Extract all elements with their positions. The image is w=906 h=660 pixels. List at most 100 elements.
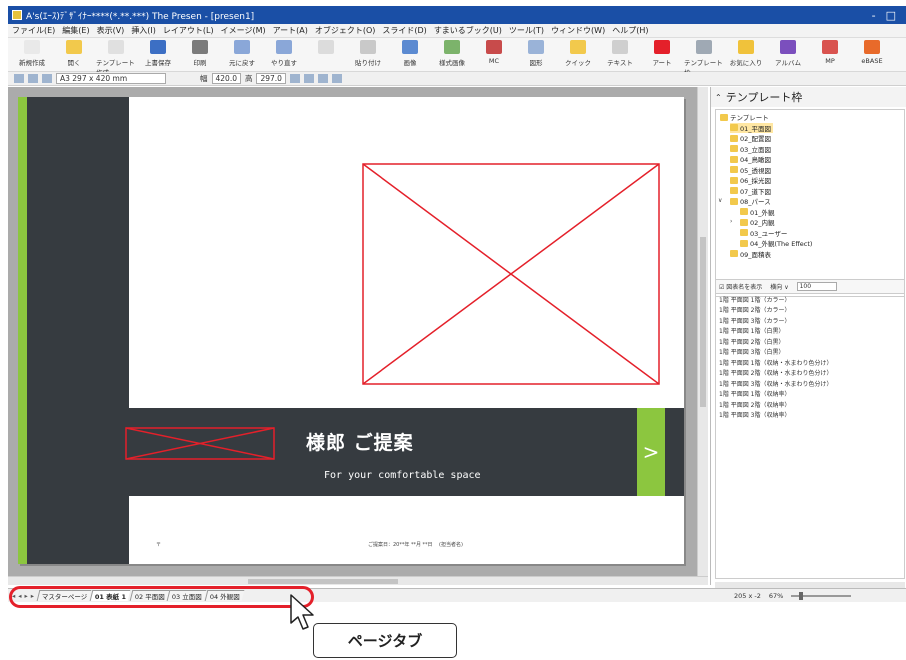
horizontal-scrollbar[interactable]: [8, 576, 708, 585]
expand-icon[interactable]: ∨: [718, 197, 722, 204]
height-field[interactable]: 297.0: [256, 73, 286, 84]
ribbon-button[interactable]: お気に入り: [726, 38, 766, 67]
menu-item[interactable]: ウィンドウ(W): [551, 25, 605, 36]
slide-address[interactable]: 〒: [156, 541, 161, 548]
width-field[interactable]: 420.0: [211, 73, 241, 84]
image-placeholder-large[interactable]: [362, 163, 660, 385]
template-list-item[interactable]: 1階 平面図 2階（白黒）: [716, 336, 904, 347]
template-list-item[interactable]: 1階 平面図 3階（白黒）: [716, 347, 904, 358]
tree-item[interactable]: 02_配置図: [730, 133, 771, 143]
zoom-in-icon[interactable]: [28, 74, 38, 83]
menu-item[interactable]: 表示(V): [97, 25, 125, 36]
ribbon-button[interactable]: クイック: [558, 38, 598, 67]
menu-item[interactable]: イメージ(M): [221, 25, 266, 36]
width-label: 幅: [200, 74, 208, 83]
page-tab-highlight: [9, 586, 314, 608]
ribbon-button[interactable]: 上書保存: [138, 38, 178, 67]
minimize-button[interactable]: -: [872, 9, 876, 22]
ribbon-button[interactable]: 貼り付け: [348, 38, 388, 67]
format-toolbar: A3 297 x 420 mm 幅 420.0 高 297.0: [8, 72, 906, 86]
menu-item[interactable]: ファイル(E): [12, 25, 55, 36]
vertical-scrollbar[interactable]: [697, 87, 708, 585]
ribbon-icon: [66, 40, 82, 54]
template-list-item[interactable]: 1階 平面図 3階（収納率）: [716, 410, 904, 421]
vertical-scroll-thumb[interactable]: [700, 237, 706, 407]
ribbon-icon: [318, 40, 334, 54]
tree-item[interactable]: 01_外観: [740, 207, 775, 217]
ribbon-button[interactable]: 元に戻す: [222, 38, 262, 67]
collapsed-icon[interactable]: ›: [730, 218, 732, 225]
tree-item[interactable]: 06_採光図: [730, 175, 771, 185]
ribbon-button[interactable]: アート: [642, 38, 682, 67]
template-list-item[interactable]: 1階 平面図 3階（カラー）: [716, 315, 904, 326]
ribbon-button[interactable]: 新規作成: [12, 38, 52, 67]
tree-item[interactable]: 04_外観(The Effect): [740, 238, 812, 248]
layer-icon[interactable]: [317, 74, 328, 83]
horizontal-scroll-thumb[interactable]: [248, 579, 398, 584]
menu-item[interactable]: ツール(T): [509, 25, 544, 36]
grid-icon[interactable]: [303, 74, 314, 83]
show-name-checkbox[interactable]: ☑ 図表名を表示: [719, 282, 762, 291]
ribbon-button[interactable]: eBASE: [852, 38, 892, 65]
zoom-icon[interactable]: [14, 74, 24, 83]
tree-item[interactable]: 01_平面図: [730, 122, 774, 133]
tree-item[interactable]: 03_ユーザー: [740, 228, 787, 238]
slide-staff[interactable]: (担当者名): [439, 541, 463, 548]
slide-page[interactable]: > 様郎 ご提案 For your comfortable space 〒 ご提…: [18, 97, 684, 564]
tree-item-label: 01_平面図: [740, 124, 772, 133]
ribbon-label: 図形: [529, 59, 543, 67]
orientation-select[interactable]: 横向 ∨: [770, 282, 788, 291]
ribbon-button[interactable]: アルバム: [768, 38, 808, 67]
paper-size-select[interactable]: A3 297 x 420 mm: [56, 73, 166, 84]
slide-subtitle[interactable]: For your comfortable space: [324, 470, 481, 481]
menu-item[interactable]: ヘルプ(H): [612, 25, 648, 36]
ribbon-button[interactable]: MP: [810, 38, 850, 65]
tree-item[interactable]: 08_パース: [730, 196, 771, 206]
logo-placeholder[interactable]: [125, 427, 275, 460]
template-list: ☑ 図表名を表示 横向 ∨ 100 1階 平面図 1階（カラー） 1階 平面図 2…: [715, 279, 905, 579]
tree-item[interactable]: 04_鳥瞰図: [730, 154, 771, 164]
template-list-item[interactable]: 1階 平面図 2階（収納率）: [716, 399, 904, 410]
ribbon-button[interactable]: テキスト: [600, 38, 640, 67]
tree-item[interactable]: 05_透視図: [730, 165, 771, 175]
template-list-item[interactable]: 1階 平面図 3階（収納・水まわり色分け）: [716, 378, 904, 389]
align-icon[interactable]: [289, 74, 300, 83]
ribbon-button[interactable]: 印刷: [180, 38, 220, 67]
menu-item[interactable]: 編集(E): [62, 25, 89, 36]
ribbon-button[interactable]: MC: [474, 38, 514, 65]
menu-item[interactable]: アート(A): [273, 25, 308, 36]
ribbon-button[interactable]: 画像: [390, 38, 430, 67]
template-list-item[interactable]: 1階 平面図 1階（カラー）: [716, 294, 904, 305]
template-panel-title: テンプレート枠: [725, 91, 803, 104]
template-list-item[interactable]: 1階 平面図 2階（収納・水まわり色分け）: [716, 368, 904, 379]
collapse-icon[interactable]: ⌃: [715, 93, 722, 102]
tree-item-label: 01_外観: [750, 208, 775, 217]
template-list-item[interactable]: 1階 平面図 1階（収納率）: [716, 389, 904, 400]
menu-item[interactable]: 挿入(I): [131, 25, 156, 36]
thumbnail-size-field[interactable]: 100: [796, 282, 837, 291]
ribbon-button[interactable]: 様式画像: [432, 38, 472, 67]
zoom-slider[interactable]: [791, 591, 852, 600]
ribbon-button[interactable]: 図形: [516, 38, 556, 67]
tree-item[interactable]: 03_立面図: [730, 144, 771, 154]
maximize-button[interactable]: □: [886, 9, 896, 22]
template-list-item[interactable]: 1階 平面図 2階（カラー）: [716, 305, 904, 316]
tree-item[interactable]: テンプレート: [720, 112, 769, 122]
menu-item[interactable]: すまいるブック(U): [434, 25, 502, 36]
slide-date[interactable]: ご提案日：20**年 **月 **日: [368, 541, 433, 548]
template-list-item[interactable]: 1階 平面図 1階（収納・水まわり色分け）: [716, 357, 904, 368]
tree-item[interactable]: 09_面積表: [730, 249, 771, 259]
ribbon-button[interactable]: [306, 38, 346, 57]
menu-item[interactable]: レイアウト(L): [163, 25, 214, 36]
tree-item[interactable]: 07_道下図: [730, 186, 771, 196]
zoom-out-icon[interactable]: [42, 74, 52, 83]
menu-item[interactable]: オブジェクト(O): [315, 25, 376, 36]
slide-title[interactable]: 様郎 ご提案: [306, 428, 414, 455]
template-list-item[interactable]: 1階 平面図 1階（白黒）: [716, 326, 904, 337]
ribbon-button[interactable]: 開く: [54, 38, 94, 67]
tree-item[interactable]: 02_内観: [740, 217, 775, 227]
group-icon[interactable]: [331, 74, 342, 83]
ribbon-button[interactable]: やり直す: [264, 38, 304, 67]
ribbon-label: テキスト: [607, 59, 633, 67]
menu-item[interactable]: スライド(D): [382, 25, 426, 36]
